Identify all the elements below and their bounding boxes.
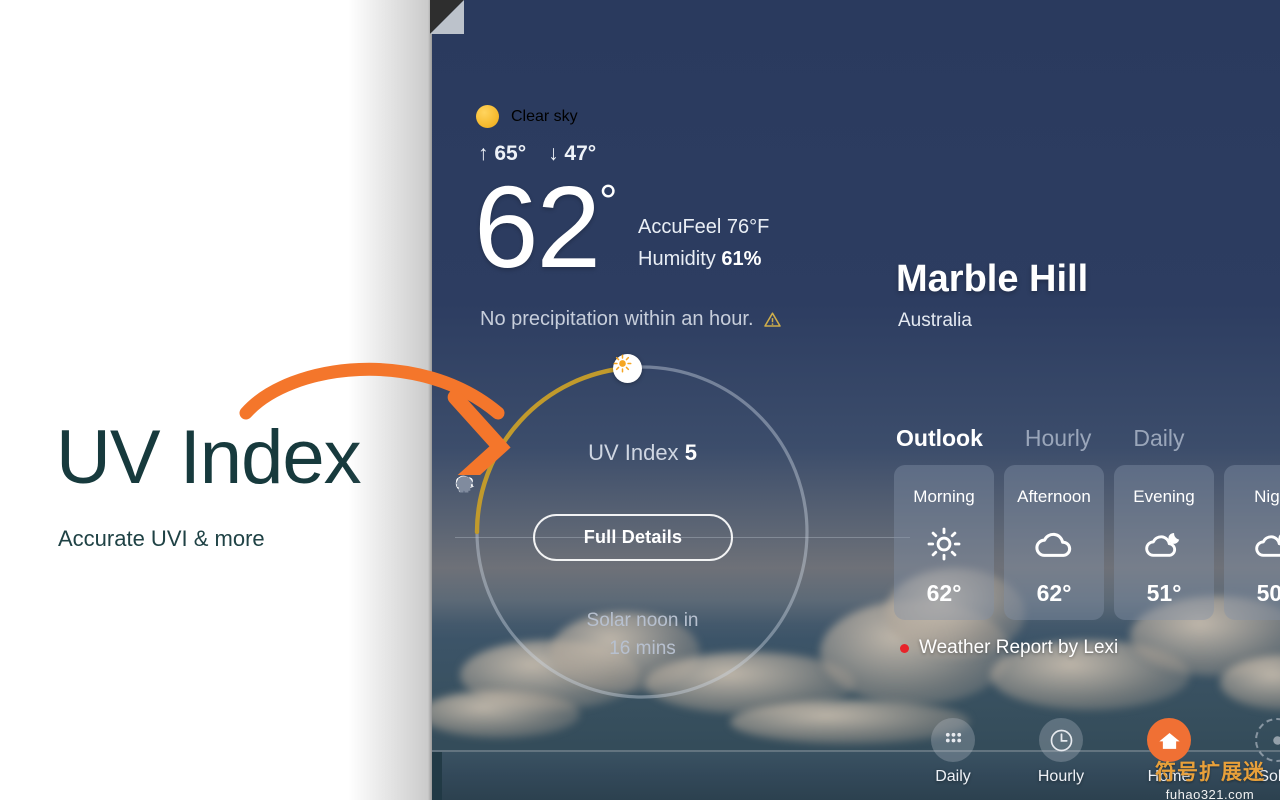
uv-index-label: UV Index 5 [455,440,830,466]
nav-label: Daily [935,768,971,785]
tab-hourly[interactable]: Hourly [1025,425,1091,452]
card-temp: 62° [926,580,962,606]
degree-symbol: ° [599,175,618,227]
accufeel-text: AccuFeel 76°F [638,216,770,238]
precipitation-text: No precipitation within an hour. [480,308,754,330]
location-city: Marble Hill [896,258,1089,300]
card-temp: 62° [1036,580,1072,606]
sun-icon [927,524,961,564]
weather-report-text: Weather Report by Lexi [919,637,1119,658]
clock-icon [1039,718,1083,762]
solar-uv-widget: UV Index 5 Full Details Solar noon in 16… [455,345,910,720]
uv-index-value: 5 [684,440,697,465]
nav-item-hourly[interactable]: Hourly [1028,718,1094,786]
watermark: 符号扩展迷 fuhao321.com [1155,756,1265,800]
card-label: Morning [913,487,975,506]
forecast-tabs: Outlook Hourly Daily [896,425,1184,452]
location-country: Australia [898,310,972,331]
card-label: Evening [1133,487,1195,506]
current-condition-row: Clear sky [476,105,578,128]
humidity-value: 61% [721,248,762,270]
card-label: Night [1254,487,1280,506]
watermark-text: 符号扩展迷 [1155,761,1265,784]
solar-noon-label: Solar noon in [586,610,699,631]
forecast-cards: Morning 62° Afternoon 62° Evening 51° Ni… [894,465,1280,620]
humidity-text: Humidity 61% [638,248,761,271]
sun-circle-icon [476,105,499,128]
forecast-card-evening[interactable]: Evening 51° [1114,465,1214,620]
weather-app-panel: Clear sky ↑ 65° ↓ 47° 62 ° AccuFeel 76°F… [430,0,1280,800]
nav-label: Hourly [1037,768,1085,785]
precipitation-row: No precipitation within an hour. [480,308,782,331]
forecast-card-morning[interactable]: Morning 62° [894,465,994,620]
card-temp: 51° [1146,580,1182,606]
tab-outlook[interactable]: Outlook [896,425,983,452]
cloud-moon-icon [1145,524,1183,564]
temperature-value: 62 [474,162,601,292]
forecast-card-afternoon[interactable]: Afternoon 62° [1004,465,1104,620]
page-corner-fold-icon [430,0,464,34]
condition-text: Clear sky [511,107,578,125]
cloud-moon-icon [1255,524,1280,564]
house-icon [455,476,474,491]
solar-noon-value: 16 mins [609,638,676,659]
cloud-icon [1035,524,1073,564]
forecast-card-night[interactable]: Night 50° [1224,465,1280,620]
watermark-url: fuhao321.com [1165,787,1255,800]
warning-triangle-icon [763,311,781,327]
promo-title: UV Index [56,415,362,500]
promo-panel: UV Index Accurate UVI & more [0,0,432,800]
nav-item-daily[interactable]: Daily [920,718,986,786]
card-temp: 50° [1256,580,1280,606]
record-dot-icon [900,643,909,653]
card-label: Afternoon [1017,487,1091,506]
promo-subtitle: Accurate UVI & more [58,526,265,551]
grid-icon [931,718,975,762]
current-temperature: 62 ° [474,162,618,292]
full-details-button[interactable]: Full Details [533,514,733,561]
weather-report-row[interactable]: Weather Report by Lexi [900,637,1118,659]
uv-index-text: UV Index [588,440,679,465]
humidity-label: Humidity [638,248,716,270]
sun-position-marker-icon [613,354,642,383]
tab-daily[interactable]: Daily [1133,425,1184,452]
